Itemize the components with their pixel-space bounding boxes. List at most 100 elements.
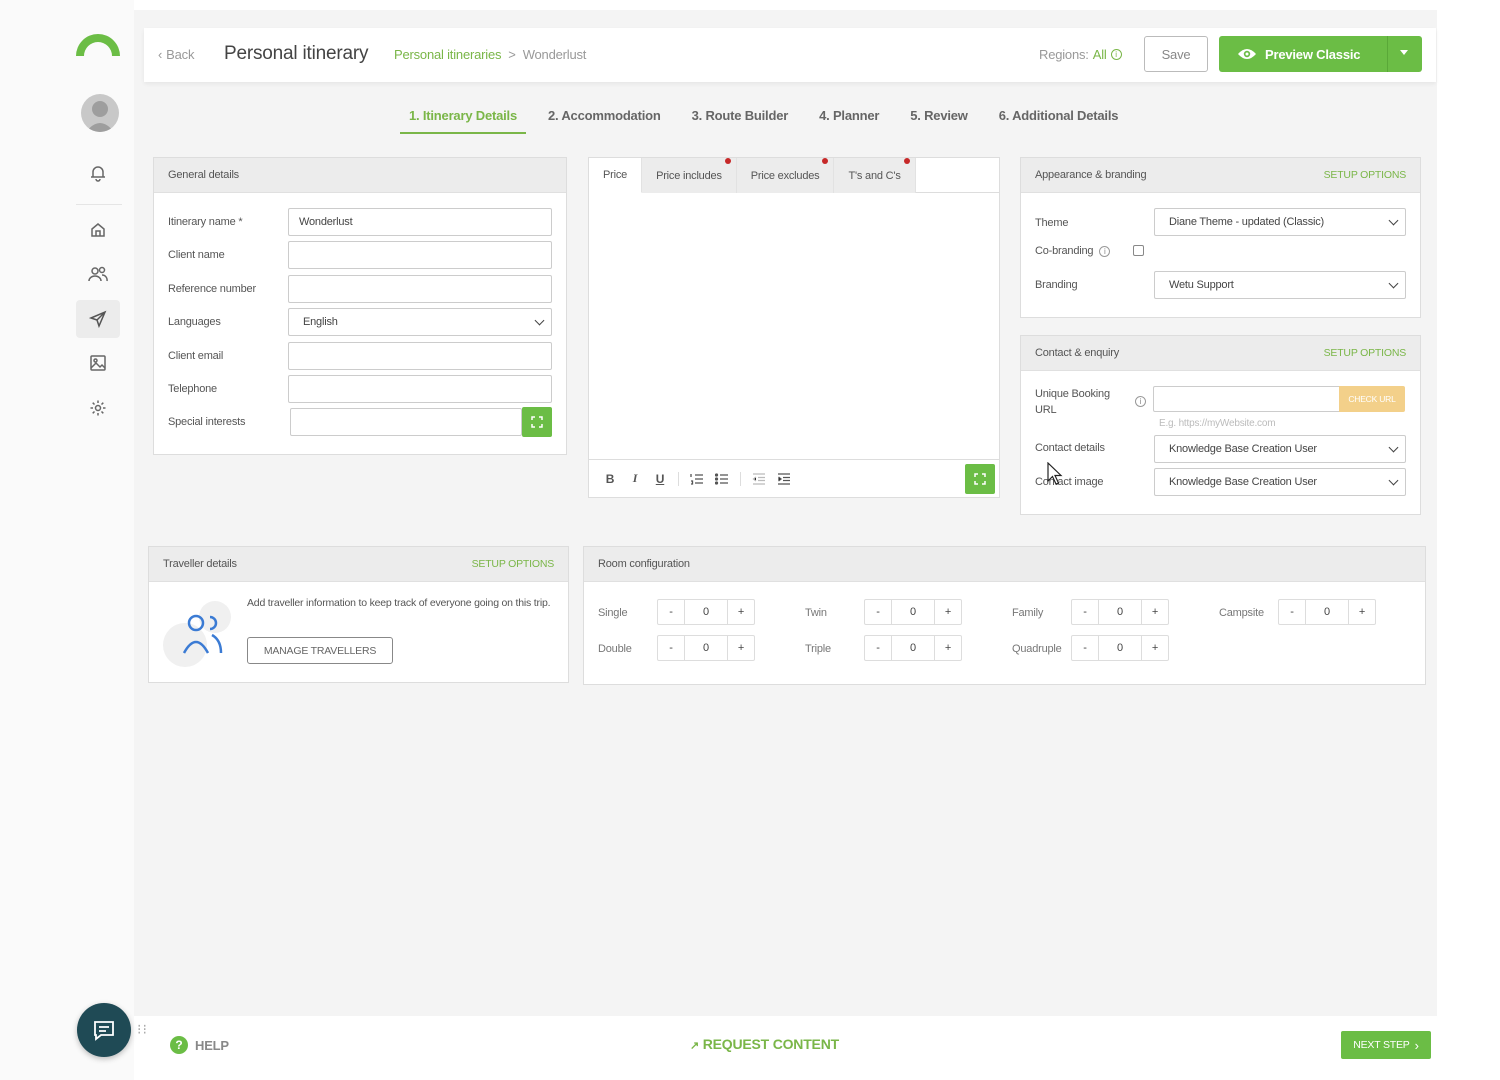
triple-value[interactable]: 0 [891,636,935,660]
italic-button[interactable]: I [628,471,642,486]
telephone-input[interactable] [288,375,552,403]
decrement-button[interactable]: - [865,600,891,624]
booking-url-input[interactable] [1153,386,1340,412]
info-icon[interactable]: i [1135,396,1146,407]
setup-options-link[interactable]: SETUP OPTIONS [1324,169,1407,181]
contact-details-value: Knowledge Base Creation User [1169,443,1317,455]
increment-button[interactable]: + [1349,600,1375,624]
decrement-button[interactable]: - [1279,600,1305,624]
family-value[interactable]: 0 [1098,600,1142,624]
save-button[interactable]: Save [1144,36,1208,72]
help-link[interactable]: ? HELP [170,1036,229,1054]
campsite-stepper: - 0 + [1278,599,1376,625]
manage-travellers-button[interactable]: MANAGE TRAVELLERS [247,637,393,664]
reference-number-input[interactable] [288,275,552,303]
step-accommodation[interactable]: 2. Accommodation [539,104,670,134]
chevron-down-icon [1388,442,1399,453]
field-label: Reference number [168,283,256,295]
languages-select[interactable]: English [288,308,552,336]
next-step-button[interactable]: NEXT STEP › [1341,1031,1431,1059]
bold-button[interactable]: B [603,472,617,486]
fullscreen-button[interactable] [965,464,995,494]
tab-price[interactable]: Price [589,158,643,193]
rich-text-area[interactable] [589,193,999,461]
check-url-button[interactable]: CHECK URL [1339,386,1405,412]
chevron-down-icon [534,315,545,326]
general-details-panel: General details Itinerary name * Wonderl… [153,157,567,455]
drag-handle-icon[interactable]: ⁝⁝ [137,1022,148,1036]
bullet-list-icon[interactable] [715,472,729,485]
editor-toolbar: B I U [589,459,999,497]
contact-details-select[interactable]: Knowledge Base Creation User [1154,435,1406,463]
step-review[interactable]: 5. Review [901,104,976,134]
traveller-info-text: Add traveller information to keep track … [247,597,551,609]
double-value[interactable]: 0 [684,636,728,660]
image-icon[interactable] [86,351,110,375]
step-additional-details[interactable]: 6. Additional Details [990,104,1128,134]
quadruple-value[interactable]: 0 [1098,636,1142,660]
campsite-value[interactable]: 0 [1305,600,1349,624]
back-link[interactable]: ‹ Back [158,47,194,62]
underline-button[interactable]: U [653,472,667,486]
panel-title: Traveller details [163,558,237,570]
info-icon[interactable]: i [1099,245,1111,257]
increment-button[interactable]: + [1142,600,1168,624]
client-name-input[interactable] [288,241,552,269]
chevron-down-icon[interactable] [1400,50,1408,55]
increment-button[interactable]: + [1142,636,1168,660]
setup-options-link[interactable]: SETUP OPTIONS [472,558,555,570]
itinerary-name-input[interactable]: Wonderlust [288,208,552,236]
avatar[interactable] [81,94,119,132]
request-content-link[interactable]: ↗ REQUEST CONTENT [690,1036,839,1052]
decrement-button[interactable]: - [658,636,684,660]
booking-url-label: Unique Booking URL [1035,386,1110,418]
cobranding-checkbox[interactable] [1133,245,1144,256]
breadcrumb-parent[interactable]: Personal itineraries [394,47,501,62]
brand-logo[interactable] [74,32,122,58]
setup-options-link[interactable]: SETUP OPTIONS [1324,347,1407,359]
help-icon: ? [170,1036,188,1054]
settings-gear-icon[interactable] [86,396,110,420]
bell-icon[interactable] [86,161,110,185]
theme-select[interactable]: Diane Theme - updated (Classic) [1154,208,1406,236]
regions-label: Regions: [1039,47,1089,62]
step-itinerary-details[interactable]: 1. Itinerary Details [400,104,526,134]
decrement-button[interactable]: - [1072,636,1098,660]
branding-select[interactable]: Wetu Support [1154,271,1406,299]
home-icon[interactable] [86,218,110,242]
regions-value[interactable]: All [1093,47,1107,62]
indent-icon[interactable] [777,472,791,485]
decrement-button[interactable]: - [1072,600,1098,624]
help-label: HELP [195,1037,229,1053]
tab-price-includes[interactable]: Price includes [642,158,737,193]
chevron-down-icon [1388,278,1399,289]
increment-button[interactable]: + [728,636,754,660]
room-label-triple: Triple [805,643,831,655]
twin-value[interactable]: 0 [891,600,935,624]
tab-price-excludes[interactable]: Price excludes [736,158,835,193]
chat-button[interactable] [77,1003,131,1057]
client-email-input[interactable] [288,342,552,370]
itineraries-send-icon[interactable] [76,300,120,338]
special-interests-input[interactable] [290,408,522,436]
preview-button[interactable]: Preview Classic [1219,36,1422,72]
single-value[interactable]: 0 [684,600,728,624]
step-planner[interactable]: 4. Planner [810,104,888,134]
ordered-list-icon[interactable] [690,473,704,485]
outdent-icon[interactable] [752,472,766,485]
decrement-button[interactable]: - [658,600,684,624]
room-label-campsite: Campsite [1219,607,1264,619]
panel-header: General details [154,158,566,193]
chevron-down-icon [1388,475,1399,486]
increment-button[interactable]: + [728,600,754,624]
tab-terms[interactable]: T's and C's [834,158,916,193]
increment-button[interactable]: + [935,636,961,660]
expand-button[interactable] [522,407,552,437]
info-icon[interactable]: i [1110,49,1122,60]
decrement-button[interactable]: - [865,636,891,660]
contact-image-select[interactable]: Knowledge Base Creation User [1154,468,1406,496]
cobranding-row: Co-branding i [1035,245,1111,257]
step-route-builder[interactable]: 3. Route Builder [683,104,797,134]
users-icon[interactable] [86,262,110,286]
increment-button[interactable]: + [935,600,961,624]
